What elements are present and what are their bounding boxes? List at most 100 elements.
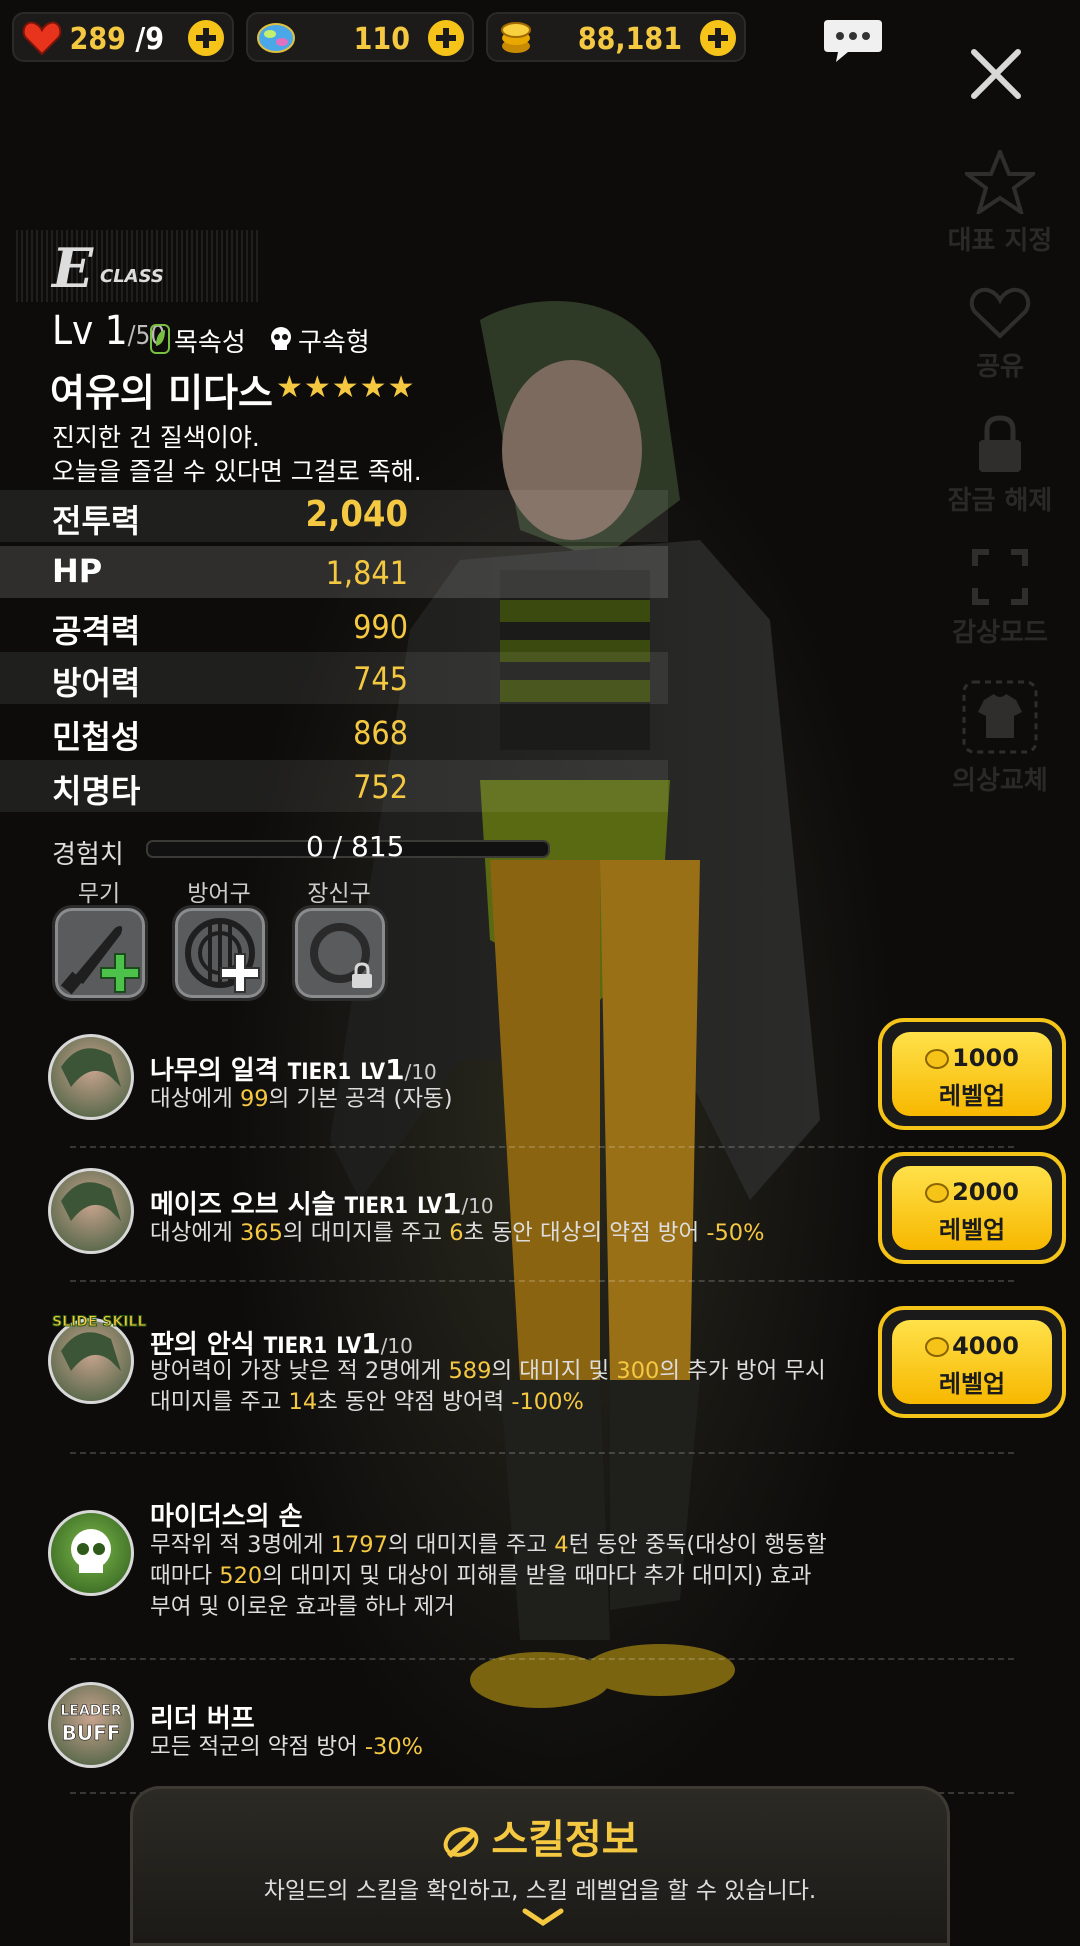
lock-small-icon [352, 962, 372, 988]
gold-counter: 88,181 [486, 12, 746, 62]
view-mode-button[interactable]: 감상모드 [930, 548, 1070, 649]
face-icon [61, 1048, 121, 1087]
leaf-icon [150, 324, 170, 354]
add-hearts-button[interactable] [186, 18, 226, 58]
experience-label: 경험치 [52, 840, 124, 870]
star-rating: ★★★★★ [276, 370, 416, 405]
character-name: 여유의 미다스 [50, 371, 273, 415]
stat-defense: 방어력 745 [0, 652, 668, 704]
skill-description: 방어력이 가장 낮은 적 2명에게 589의 대미지 및 300의 추가 방어 … [150, 1358, 826, 1415]
skill-portrait[interactable] [48, 1318, 134, 1404]
hearts-counter: 289 /9 [12, 12, 234, 62]
gold-coin-icon [501, 22, 531, 53]
stat-value: 2,040 [305, 494, 408, 535]
hearts-value: 289 [69, 22, 126, 57]
shirt-icon [962, 680, 1038, 754]
divider [70, 1658, 1014, 1660]
weapon-slot[interactable] [52, 905, 148, 1001]
heart-icon [22, 21, 62, 56]
class-badge: E CLASS [16, 230, 260, 302]
gold-coin-icon [925, 1049, 950, 1069]
stat-agility: 민첩성 868 [52, 714, 408, 756]
character-level: Lv 1/50 [52, 308, 166, 354]
set-representative-label: 대표 지정 [947, 226, 1053, 256]
share-button[interactable]: 공유 [930, 286, 1070, 383]
divider [70, 1452, 1014, 1454]
skill-name: 메이즈 오브 시슬 TIER1 LV1/10 [150, 1187, 494, 1220]
face-icon [61, 1182, 121, 1221]
skill-description: 모든 적군의 약점 방어 -30% [150, 1734, 424, 1760]
levelup-button-3[interactable]: 4000 레벨업 [878, 1306, 1066, 1418]
gold-coin-icon [925, 1183, 950, 1203]
slide-skill-badge: SLIDE SKILL [51, 1314, 147, 1331]
level-value: 1 [104, 308, 128, 354]
chat-icon[interactable] [822, 18, 884, 64]
gem-icon [257, 23, 295, 53]
add-green-icon [100, 953, 140, 993]
stat-value: 1,841 [325, 554, 408, 592]
stat-value: 868 [353, 714, 408, 752]
close-icon[interactable] [968, 46, 1024, 102]
experience-value: 0 / 815 [306, 830, 405, 863]
unlock-button[interactable]: 잠금 해제 [930, 414, 1070, 517]
skill-description: 무작위 적 3명에게 1797의 대미지를 주고 4턴 동안 중독(대상이 행동… [150, 1532, 827, 1620]
skill-info-subtitle: 차일드의 스킬을 확인하고, 스킬 레벨업을 할 수 있습니다. [263, 1878, 817, 1904]
armor-slot[interactable] [172, 905, 268, 1001]
skill-description: 대상에게 99의 기본 공격 (자동) [150, 1086, 453, 1112]
gold-coin-icon [925, 1337, 950, 1357]
leader-badge-bottom: BUFF [61, 1721, 121, 1746]
class-word: CLASS [100, 266, 164, 287]
divider [70, 1146, 1014, 1148]
skill-name: 마이더스의 손 [150, 1502, 303, 1532]
set-representative-button[interactable]: 대표 지정 [930, 150, 1070, 257]
lock-icon [979, 415, 1021, 472]
skill-portrait[interactable] [48, 1034, 134, 1120]
chevron-down-icon [522, 1908, 564, 1927]
levelup-button-2[interactable]: 2000 레벨업 [878, 1152, 1066, 1264]
unlock-label: 잠금 해제 [947, 486, 1053, 516]
class-letter: E [52, 236, 94, 300]
costume-label: 의상교체 [952, 766, 1048, 796]
stat-value: 990 [353, 608, 408, 646]
skill-info-panel[interactable]: 스킬정보 차일드의 스킬을 확인하고, 스킬 레벨업을 할 수 있습니다. [130, 1786, 950, 1946]
view-mode-label: 감상모드 [952, 618, 1048, 648]
skull-icon [71, 1529, 111, 1573]
armor-label: 방어구 [187, 881, 251, 907]
add-white-icon [220, 953, 260, 993]
leader-badge-top: LEADER [60, 1703, 122, 1720]
accessory-slot[interactable] [292, 905, 388, 1001]
gold-value: 88,181 [577, 22, 682, 57]
accessory-label: 장신구 [307, 881, 371, 907]
fullscreen-icon [972, 549, 1028, 605]
share-label: 공유 [976, 352, 1024, 382]
stat-value: 745 [353, 660, 408, 698]
hearts-max: 9 [145, 22, 164, 57]
levelup-button-1[interactable]: 1000 레벨업 [878, 1018, 1066, 1130]
stat-hp: HP 1,841 [0, 546, 668, 598]
add-gold-button[interactable] [698, 18, 738, 58]
gems-counter: 110 [246, 12, 474, 62]
skill-portrait[interactable] [48, 1510, 134, 1596]
skull-icon [271, 327, 291, 350]
weapon-label: 무기 [77, 881, 121, 907]
skill-portrait[interactable]: LEADER BUFF [48, 1682, 134, 1768]
skill-name: 리더 버프 [150, 1704, 255, 1734]
type-label: 구속형 [298, 328, 370, 358]
skill-book-icon [444, 1827, 479, 1858]
stat-critical: 치명타 752 [0, 760, 668, 812]
add-gems-button[interactable] [426, 18, 466, 58]
skill-name: 나무의 일격 TIER1 LV1/10 [150, 1053, 437, 1086]
element-label: 목속성 [174, 328, 246, 358]
face-icon [61, 1332, 121, 1371]
divider [70, 1280, 1014, 1282]
stat-attack: 공격력 990 [52, 608, 408, 650]
heart-outline-icon [969, 287, 1031, 339]
gems-value: 110 [353, 22, 410, 57]
star-icon [965, 150, 1035, 214]
resource-bar: 289 /9 110 88,181 [12, 12, 746, 62]
quote-line-1: 진지한 건 질색이야. [52, 423, 260, 452]
skill-portrait[interactable] [48, 1168, 134, 1254]
costume-button[interactable]: 의상교체 [930, 680, 1070, 797]
stat-value: 752 [353, 768, 408, 806]
quote-line-2: 오늘을 즐길 수 있다면 그걸로 족해. [52, 457, 422, 486]
